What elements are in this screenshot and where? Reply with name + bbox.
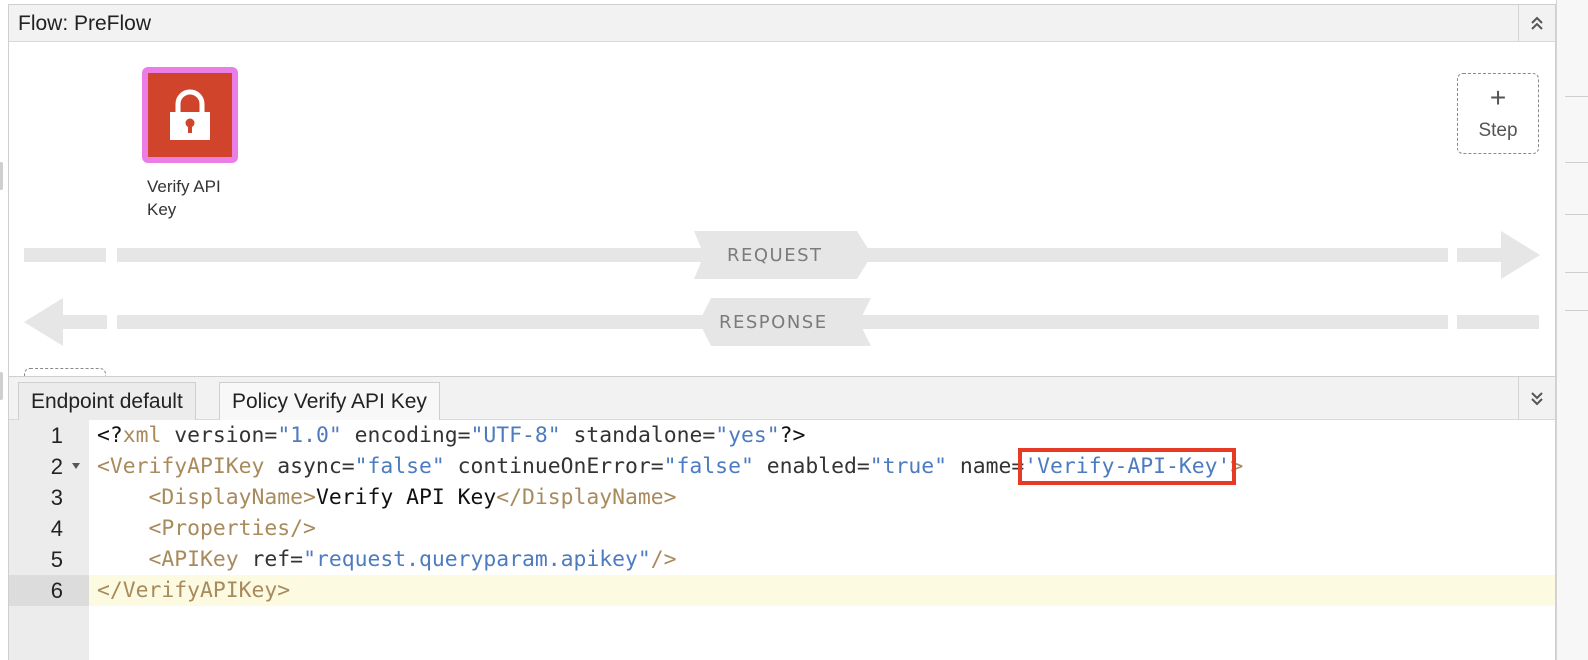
code-line: 4 <Properties/>: [9, 513, 1555, 544]
code-line: 2 <VerifyAPIKey async="false" continueOn…: [9, 448, 1555, 485]
request-arrow-icon: [1457, 231, 1540, 279]
policy-label: Verify API Key: [147, 177, 221, 219]
line-number: 5: [50, 547, 63, 572]
lock-icon: [170, 89, 210, 140]
editor-tabs-bar: Endpoint default Policy Verify API Key: [9, 376, 1555, 420]
response-add-step-button[interactable]: [24, 368, 106, 376]
response-lane-segment: [1457, 315, 1539, 329]
collapse-button[interactable]: [1518, 5, 1555, 41]
policy-icon-frame: [142, 67, 238, 163]
adjacent-pane-edge: [1556, 0, 1588, 660]
line-number: 1: [50, 423, 63, 448]
line-number: 4: [50, 516, 63, 541]
flow-canvas: Verify API Key + Step REQUEST RESPONSE: [9, 42, 1555, 376]
highlighted-name-value: 'Verify-API-Key': [1018, 448, 1237, 485]
request-lane-segment: [24, 248, 106, 262]
code-line: 3 <DisplayName>Verify API Key</DisplayNa…: [9, 482, 1555, 513]
add-step-button[interactable]: + Step: [1457, 73, 1539, 154]
policy-verify-api-key[interactable]: Verify API Key: [142, 67, 238, 219]
plus-icon: +: [1489, 82, 1507, 113]
flow-header: Flow: PreFlow: [9, 5, 1555, 42]
response-arrow-icon: [24, 298, 107, 346]
tab-policy-verify-api-key[interactable]: Policy Verify API Key: [219, 382, 440, 420]
left-pane-edge: [0, 372, 3, 400]
code-line: 1 <?xml version="1.0" encoding="UTF-8" s…: [9, 420, 1555, 451]
code-line-active: 6 </VerifyAPIKey>: [9, 575, 1555, 606]
line-number: 6: [9, 575, 89, 606]
response-lane-label: RESPONSE: [719, 312, 828, 333]
flow-title: Flow: PreFlow: [18, 12, 152, 35]
code-line: 5 <APIKey ref="request.queryparam.apikey…: [9, 544, 1555, 575]
add-step-label: Step: [1478, 120, 1518, 141]
tab-endpoint-default[interactable]: Endpoint default: [18, 382, 196, 420]
fold-arrow-icon[interactable]: [72, 463, 80, 469]
code-editor[interactable]: 1 <?xml version="1.0" encoding="UTF-8" s…: [9, 420, 1555, 660]
request-lane-label: REQUEST: [727, 245, 823, 266]
double-chevron-up-icon: [1531, 16, 1543, 30]
expand-button[interactable]: [1518, 377, 1555, 420]
line-number: 3: [50, 485, 63, 510]
double-chevron-down-icon: [1531, 391, 1543, 405]
left-pane-edge: [0, 162, 3, 190]
